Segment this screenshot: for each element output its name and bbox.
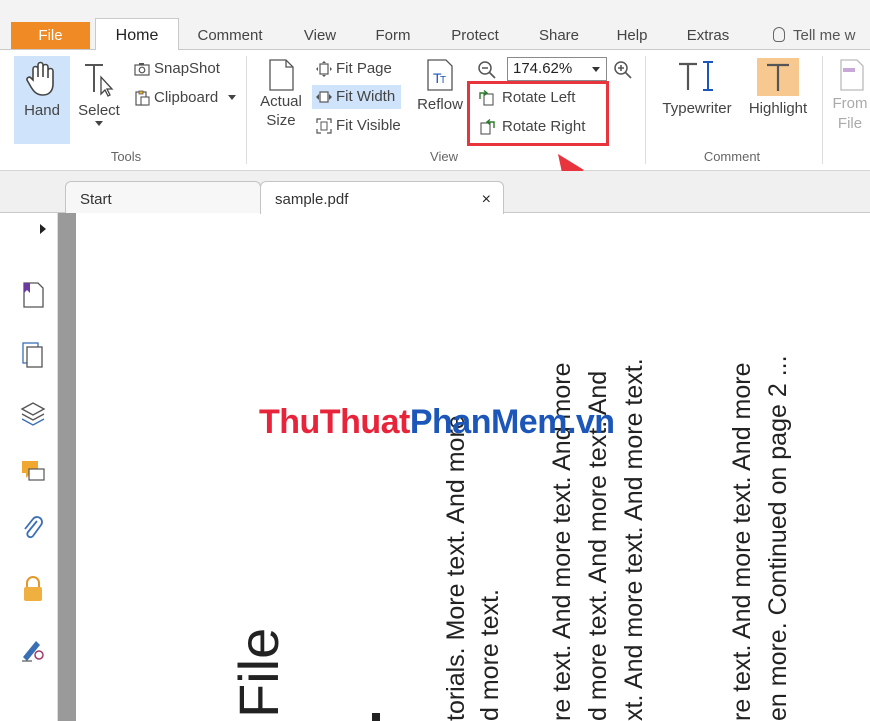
pages-thumbnail-icon[interactable]	[20, 341, 46, 369]
zoom-out-icon[interactable]	[477, 60, 497, 80]
tab-share[interactable]: Share	[532, 22, 586, 49]
clipboard-label: Clipboard	[154, 89, 219, 106]
menu-tab-bar: File Home Comment View Form Protect Shar…	[0, 0, 870, 50]
fit-visible-label: Fit Visible	[336, 117, 401, 134]
highlight-label: Highlight	[748, 100, 808, 117]
hand-icon	[26, 61, 54, 96]
tell-me-label: Tell me w	[793, 27, 856, 44]
svg-text:T: T	[440, 75, 446, 86]
chevron-down-icon	[592, 67, 600, 72]
hand-label: Hand	[24, 102, 60, 119]
text-fragment	[372, 713, 380, 721]
lock-icon[interactable]	[20, 575, 46, 603]
document-tab-bar: Start sample.pdf ×	[0, 171, 870, 214]
text-line: d more text.	[476, 589, 504, 721]
tell-me-search[interactable]: Tell me w	[773, 22, 856, 49]
select-text-icon	[85, 64, 114, 97]
fit-page-icon	[316, 61, 332, 77]
text-line: xt. And more text. And more text.	[620, 358, 648, 721]
expand-panel-icon[interactable]	[38, 223, 48, 235]
from-file-button[interactable]: From File	[830, 58, 870, 148]
from-file-label-1: From	[832, 95, 868, 112]
fit-width-label: Fit Width	[336, 88, 396, 105]
text-line: re text. And more text. And more	[728, 362, 756, 721]
text-line: en more. Continued on page 2 ...	[764, 355, 792, 721]
zoom-in-icon[interactable]	[613, 60, 633, 80]
tab-form[interactable]: Form	[368, 22, 418, 49]
select-tool-button[interactable]: Select	[74, 56, 124, 144]
typewriter-label: Typewriter	[662, 100, 732, 117]
tab-help[interactable]: Help	[610, 22, 654, 49]
signature-icon[interactable]	[20, 635, 46, 663]
tab-extras[interactable]: Extras	[680, 22, 736, 49]
tab-start-label: Start	[80, 191, 112, 208]
clipboard-icon	[135, 90, 150, 106]
watermark-part: .vn	[566, 403, 615, 441]
select-label: Select	[78, 102, 120, 119]
hand-tool-button[interactable]: Hand	[14, 56, 70, 144]
zoom-level-value: 174.62%	[513, 60, 573, 77]
watermark-part: ThuThuat	[259, 403, 410, 441]
fit-page-button[interactable]: Fit Page	[314, 57, 392, 81]
zoom-level-select[interactable]: 174.62%	[507, 57, 607, 81]
document-title: File	[227, 627, 290, 718]
tab-view[interactable]: View	[296, 22, 344, 49]
tab-comment[interactable]: Comment	[190, 22, 270, 49]
actual-size-label-1: Actual	[260, 93, 302, 110]
ribbon-home: Hand Select SnapShot Clipboard Tools Act…	[0, 49, 870, 171]
highlight-button[interactable]: Highlight	[745, 58, 811, 128]
lightbulb-icon	[773, 27, 785, 42]
actual-size-button[interactable]: Actual Size	[254, 56, 308, 146]
navigation-sidebar	[0, 213, 58, 721]
layers-icon[interactable]	[20, 401, 46, 429]
site-watermark: ThuThuatPhanMem.vn	[259, 403, 615, 442]
attachment-icon[interactable]	[20, 515, 46, 543]
fit-width-button[interactable]: Fit Width	[312, 85, 402, 109]
fit-width-icon	[316, 91, 332, 103]
rotate-buttons-highlight-box	[467, 81, 609, 146]
tools-group-label: Tools	[110, 149, 142, 164]
ribbon-separator	[822, 56, 823, 164]
comments-panel-icon[interactable]	[20, 458, 46, 486]
tab-home[interactable]: Home	[95, 18, 179, 50]
tab-file[interactable]: File	[11, 22, 90, 49]
fit-visible-button[interactable]: Fit Visible	[314, 114, 401, 138]
ribbon-separator	[645, 56, 646, 164]
bookmark-icon[interactable]	[20, 281, 46, 309]
tab-start[interactable]: Start	[65, 181, 261, 213]
fit-page-label: Fit Page	[336, 60, 392, 77]
actual-size-icon	[269, 59, 294, 91]
page-gutter	[58, 213, 76, 721]
select-dropdown-arrow[interactable]	[95, 121, 103, 126]
document-canvas[interactable]: File torials. More text. And more d more…	[76, 213, 870, 721]
tab-sample-pdf-label: sample.pdf	[275, 191, 349, 208]
from-file-icon	[840, 59, 864, 91]
snapshot-label: SnapShot	[154, 60, 220, 77]
tab-protect[interactable]: Protect	[443, 22, 507, 49]
ribbon-separator	[246, 56, 247, 164]
watermark-part: PhanMem	[409, 403, 568, 441]
typewriter-button[interactable]: Typewriter	[654, 58, 740, 128]
actual-size-label-2: Size	[266, 112, 296, 129]
text-line: torials. More text. And more	[442, 415, 470, 721]
tab-sample-pdf[interactable]: sample.pdf ×	[260, 181, 504, 214]
typewriter-icon	[679, 61, 713, 91]
from-file-label-2: File	[837, 115, 863, 132]
clipboard-button[interactable]: Clipboard	[132, 86, 237, 110]
view-group-label: View	[430, 149, 458, 164]
clipboard-dropdown-arrow[interactable]	[228, 95, 237, 100]
close-icon[interactable]: ×	[482, 182, 491, 218]
snapshot-button[interactable]: SnapShot	[132, 57, 220, 81]
reflow-label: Reflow	[417, 96, 463, 113]
camera-icon	[134, 63, 150, 76]
fit-visible-icon	[316, 118, 332, 134]
reflow-button[interactable]: T T Reflow	[414, 58, 466, 128]
comment-group-label: Comment	[703, 149, 761, 164]
highlight-icon	[757, 58, 799, 96]
reflow-icon: T T	[427, 59, 453, 91]
